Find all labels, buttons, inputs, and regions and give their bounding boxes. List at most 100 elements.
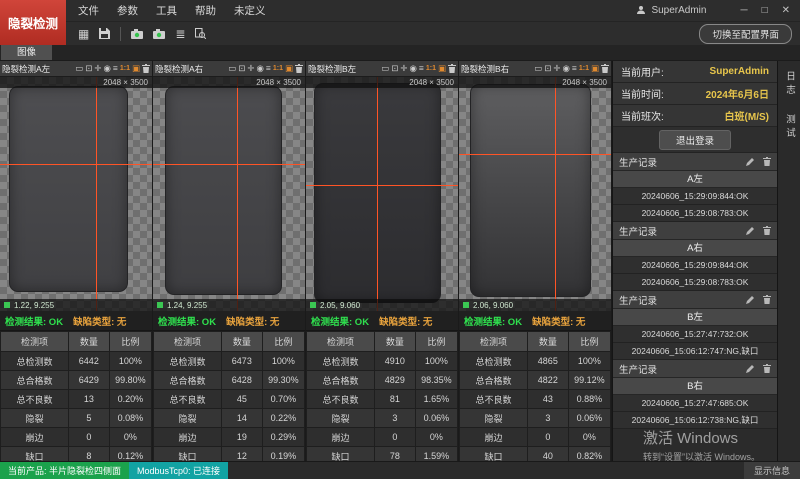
- select-rect-icon[interactable]: ▭: [381, 64, 389, 73]
- table-header-row: 检测项 数量 比例: [154, 332, 305, 352]
- minimize-icon[interactable]: ─: [740, 5, 747, 16]
- maximize-icon[interactable]: □: [762, 5, 768, 16]
- eye-icon[interactable]: ◉: [409, 64, 416, 73]
- table-row: 总合格数 6428 99.30%: [154, 371, 305, 390]
- edit-icon[interactable]: [746, 153, 755, 171]
- switch-to-config-button[interactable]: 切换至配置界面: [699, 24, 792, 44]
- record-item[interactable]: 20240606_15:29:08:783:OK: [613, 274, 777, 291]
- layers-icon[interactable]: ≣: [175, 28, 185, 40]
- toolbar: ▦ ≣ 切换至配置界面: [0, 22, 800, 45]
- one-to-one-icon[interactable]: 1:1: [579, 65, 589, 72]
- crosshair-horizontal: [0, 164, 152, 165]
- record-item[interactable]: 20240606_15:29:09:844:OK: [613, 257, 777, 274]
- record-item[interactable]: 20240606_15:27:47:732:OK: [613, 326, 777, 343]
- stat-item-cell: 总不良数: [460, 390, 528, 409]
- pan-icon[interactable]: ✛: [247, 64, 254, 73]
- record-item[interactable]: 20240606_15:06:12:738:NG,缺口: [613, 412, 777, 429]
- delete-icon[interactable]: [295, 64, 303, 73]
- save-icon[interactable]: [99, 28, 110, 39]
- right-sidebar: 当前用户: SuperAdmin 当前时间: 2024年6月6日 当前班次: 白…: [612, 61, 777, 461]
- pan-icon[interactable]: ✛: [553, 64, 560, 73]
- crosshair-vertical: [237, 77, 238, 311]
- stats-table: 检测项 数量 比例 总检测数 4865 100% 总合格数 4822 99.12…: [459, 331, 611, 461]
- stat-ratio-cell: 100%: [568, 352, 610, 371]
- one-to-one-icon[interactable]: 1:1: [426, 65, 436, 72]
- search-report-icon[interactable]: [195, 28, 206, 39]
- tab-log[interactable]: 日志: [782, 71, 796, 98]
- roi-icon[interactable]: ⊡: [544, 64, 551, 73]
- eye-icon[interactable]: ◉: [256, 64, 263, 73]
- stat-item-cell: 总合格数: [307, 371, 375, 390]
- eye-icon[interactable]: ◉: [562, 64, 569, 73]
- show-info-toggle[interactable]: 显示信息: [744, 462, 800, 479]
- user-area[interactable]: SuperAdmin: [636, 2, 706, 20]
- eye-icon[interactable]: ◉: [103, 64, 110, 73]
- select-rect-icon[interactable]: ▭: [75, 64, 83, 73]
- stat-count-cell: 14: [221, 409, 262, 428]
- production-record-group: 生产记录 A右 20240606_15:29:09:844:OK 2024060…: [613, 222, 777, 291]
- delete-icon[interactable]: [142, 64, 150, 73]
- camera-view[interactable]: 2048 × 3500 1.24, 9.255: [153, 77, 305, 311]
- tab-image[interactable]: 图像: [1, 43, 52, 60]
- record-group-actions: [746, 222, 771, 240]
- camera-b-icon[interactable]: [153, 29, 165, 39]
- one-to-one-icon[interactable]: 1:1: [120, 65, 130, 72]
- select-rect-icon[interactable]: ▭: [228, 64, 236, 73]
- logout-button[interactable]: 退出登录: [659, 130, 731, 150]
- camera-view[interactable]: 2048 × 3500 1.22, 9.255: [0, 77, 152, 311]
- fit-view-icon[interactable]: ▣: [132, 64, 140, 73]
- delete-icon[interactable]: [448, 64, 456, 73]
- menu-file[interactable]: 文件: [78, 3, 99, 18]
- pan-icon[interactable]: ✛: [94, 64, 101, 73]
- stat-ratio-cell: 0.82%: [568, 447, 610, 462]
- stat-item-cell: 崩边: [154, 428, 222, 447]
- record-item[interactable]: 20240606_15:29:09:844:OK: [613, 188, 777, 205]
- current-product-badge: 当前产品: 半片隐裂检四侧面: [0, 462, 129, 479]
- side-tab-strip: 日志 测试: [777, 61, 800, 461]
- table-row: 崩边 19 0.29%: [154, 428, 305, 447]
- view-grid-icon[interactable]: ▦: [78, 28, 89, 40]
- menu-params[interactable]: 参数: [117, 3, 138, 18]
- menu-tools[interactable]: 工具: [156, 3, 177, 18]
- roi-icon[interactable]: ⊡: [391, 64, 398, 73]
- list-icon[interactable]: ≡: [113, 64, 118, 73]
- current-shift-label: 当前班次:: [621, 108, 664, 123]
- stat-item-cell: 隐裂: [1, 409, 69, 428]
- list-icon[interactable]: ≡: [419, 64, 424, 73]
- record-item[interactable]: 20240606_15:27:47:685:OK: [613, 395, 777, 412]
- stat-ratio-cell: 0.22%: [262, 409, 304, 428]
- roi-icon[interactable]: ⊡: [85, 64, 92, 73]
- select-rect-icon[interactable]: ▭: [534, 64, 542, 73]
- delete-icon[interactable]: [763, 360, 771, 378]
- fit-view-icon[interactable]: ▣: [591, 64, 599, 73]
- defect-text: 缺陷类型: 无: [379, 314, 432, 328]
- one-to-one-icon[interactable]: 1:1: [273, 65, 283, 72]
- fit-view-icon[interactable]: ▣: [285, 64, 293, 73]
- list-icon[interactable]: ≡: [266, 64, 271, 73]
- station-label: B左: [613, 309, 777, 326]
- edit-icon[interactable]: [746, 360, 755, 378]
- camera-a-icon[interactable]: [131, 29, 143, 39]
- close-icon[interactable]: ✕: [782, 5, 790, 16]
- camera-view[interactable]: 2048 × 3500 2.06, 9.060: [459, 77, 611, 311]
- list-icon[interactable]: ≡: [572, 64, 577, 73]
- record-item[interactable]: 20240606_15:06:12:747:NG,缺口: [613, 343, 777, 360]
- delete-icon[interactable]: [601, 64, 609, 73]
- col-header-item: 检测项: [460, 332, 528, 352]
- edit-icon[interactable]: [746, 222, 755, 240]
- tab-test[interactable]: 测试: [782, 114, 796, 141]
- edit-icon[interactable]: [746, 291, 755, 309]
- stat-count-cell: 4822: [527, 371, 568, 390]
- menu-undefined[interactable]: 未定义: [234, 3, 266, 18]
- cursor-position-bar: 1.22, 9.255: [0, 299, 152, 311]
- delete-icon[interactable]: [763, 153, 771, 171]
- menu-help[interactable]: 帮助: [195, 3, 216, 18]
- record-item[interactable]: 20240606_15:29:08:783:OK: [613, 205, 777, 222]
- cursor-position: 1.22, 9.255: [14, 301, 54, 310]
- camera-view[interactable]: 2048 × 3500 2.05, 9.060: [306, 77, 458, 311]
- fit-view-icon[interactable]: ▣: [438, 64, 446, 73]
- delete-icon[interactable]: [763, 222, 771, 240]
- pan-icon[interactable]: ✛: [400, 64, 407, 73]
- roi-icon[interactable]: ⊡: [238, 64, 245, 73]
- delete-icon[interactable]: [763, 291, 771, 309]
